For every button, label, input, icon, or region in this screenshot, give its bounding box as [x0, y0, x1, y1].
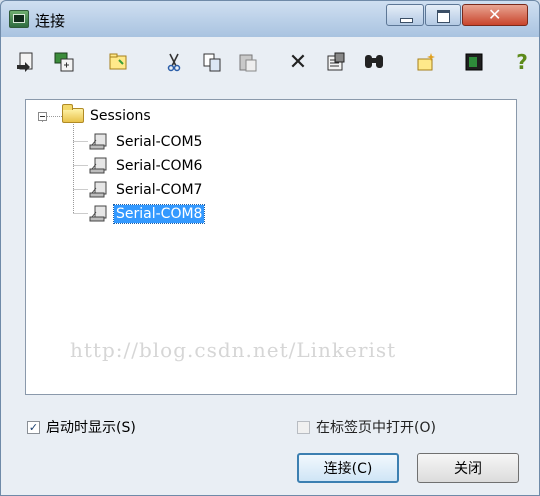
minimize-button[interactable]: [386, 4, 424, 26]
find-icon[interactable]: [361, 49, 387, 75]
new-folder-icon[interactable]: [105, 49, 131, 75]
minimize-icon: [400, 18, 413, 23]
title-bar[interactable]: 连接 ✕: [1, 1, 539, 37]
serial-session-icon: [89, 181, 107, 198]
checkbox-checked-icon[interactable]: ✓: [27, 420, 40, 434]
checkbox-unchecked-icon[interactable]: [297, 420, 310, 434]
copy-icon[interactable]: [199, 49, 225, 75]
folder-icon: [62, 104, 84, 123]
serial-session-icon: [89, 157, 107, 174]
session-label: Serial-COM6: [116, 158, 203, 174]
open-in-tab-label: 在标签页中打开(O): [316, 420, 436, 436]
close-window-button[interactable]: ✕: [462, 4, 528, 26]
show-on-startup-checkbox[interactable]: ✓ 启动时显示(S): [27, 417, 136, 437]
open-in-tab-checkbox[interactable]: 在标签页中打开(O): [297, 417, 436, 437]
session-label: Serial-COM5: [116, 134, 203, 150]
app-icon: [9, 10, 29, 28]
paste-icon[interactable]: [235, 49, 261, 75]
connect-in-tab-icon[interactable]: [51, 49, 77, 75]
serial-session-icon: [89, 133, 107, 150]
close-icon: ✕: [488, 5, 502, 24]
quick-connect-icon[interactable]: [13, 49, 39, 75]
serial-session-icon: [89, 205, 107, 222]
terminal-icon[interactable]: [461, 49, 487, 75]
delete-icon[interactable]: ✕: [285, 49, 311, 75]
session-label: Serial-COM8: [112, 204, 206, 224]
toolbar: ✕ ?: [9, 47, 533, 81]
cut-icon[interactable]: [161, 49, 187, 75]
show-on-startup-label: 启动时显示(S): [46, 420, 136, 436]
window-title: 连接: [35, 12, 66, 30]
new-session-icon[interactable]: [413, 49, 439, 75]
maximize-icon: [437, 10, 450, 23]
connect-button[interactable]: 连接(C): [297, 453, 399, 483]
close-button[interactable]: 关闭: [417, 453, 519, 483]
properties-icon[interactable]: [323, 49, 349, 75]
help-icon[interactable]: ?: [509, 49, 535, 75]
connect-dialog: 连接 ✕ ✕ ? Sessions Serial-COM5 Serial-COM…: [0, 0, 540, 496]
watermark-text: http://blog.csdn.net/Linkerist: [70, 338, 397, 362]
session-label: Serial-COM7: [116, 182, 203, 198]
sessions-folder-label[interactable]: Sessions: [90, 108, 151, 124]
collapse-sessions-toggle[interactable]: [38, 112, 47, 121]
maximize-button[interactable]: [425, 4, 461, 26]
session-tree[interactable]: Sessions Serial-COM5 Serial-COM6 Serial-…: [25, 99, 517, 395]
